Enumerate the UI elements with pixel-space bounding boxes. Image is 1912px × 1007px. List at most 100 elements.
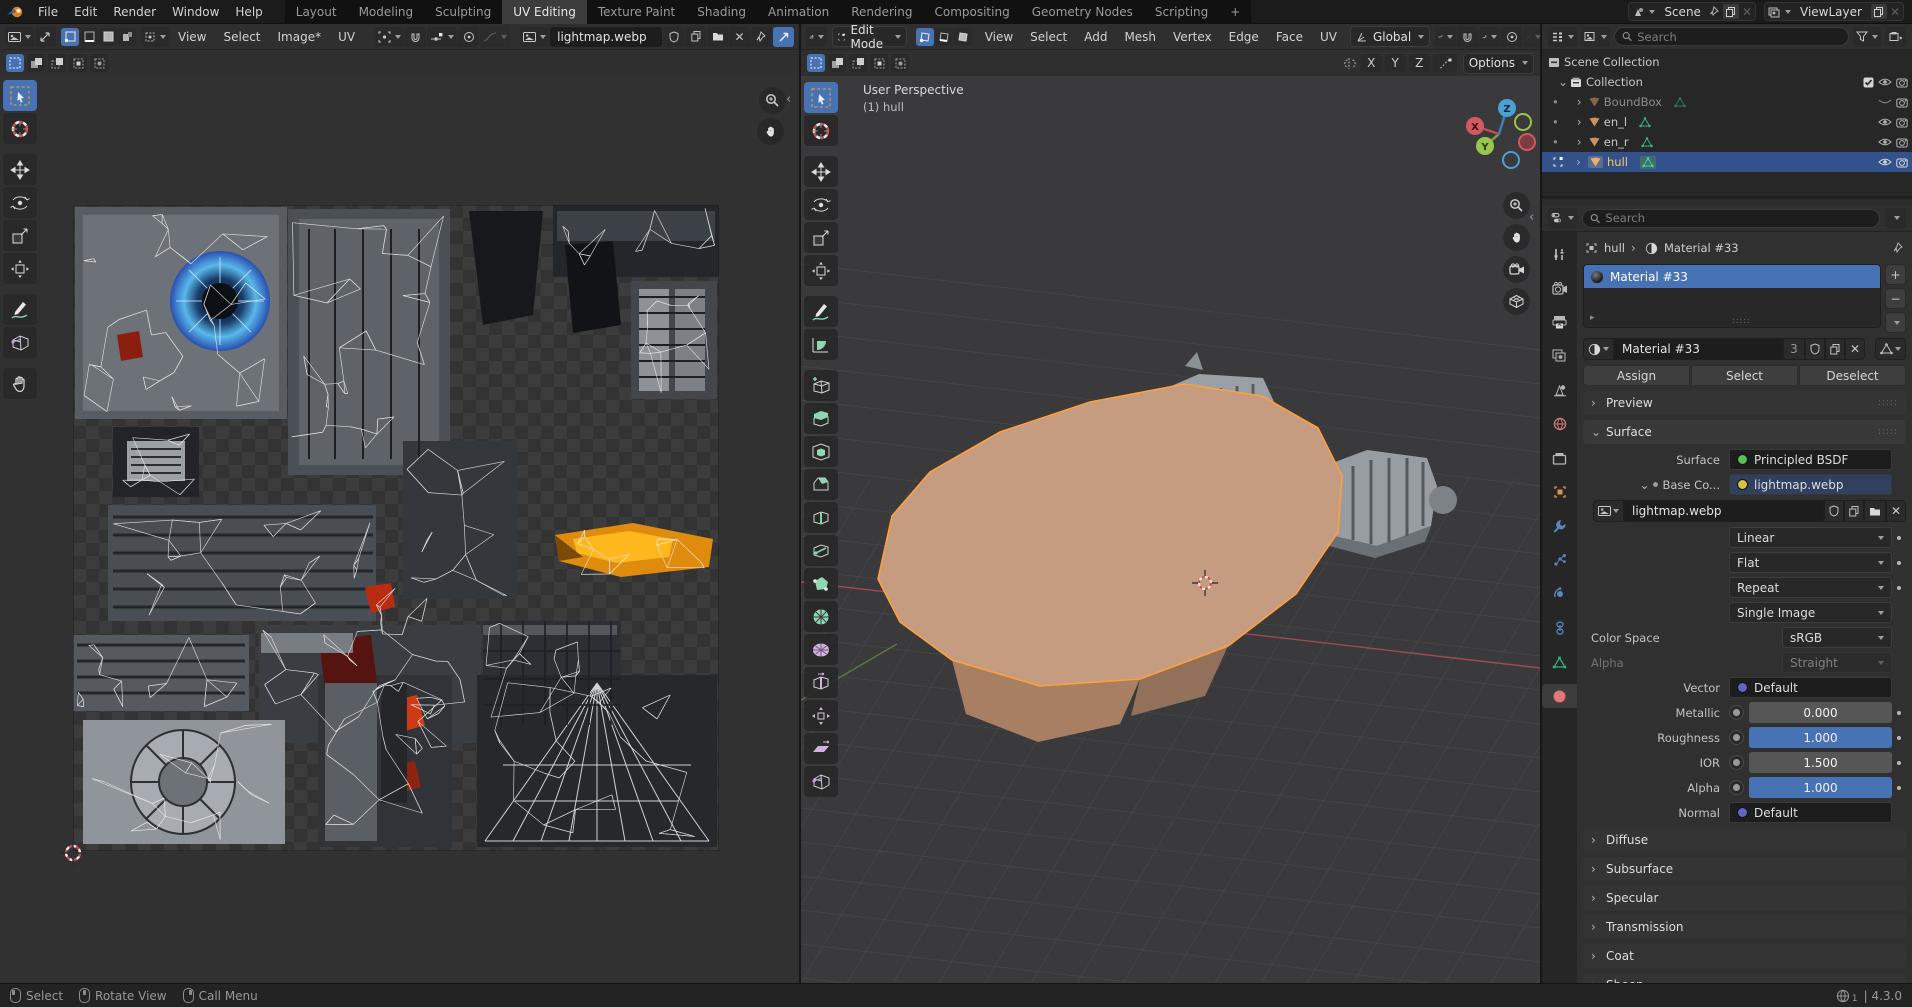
mode-dropdown[interactable]: Edit Mode bbox=[832, 26, 907, 47]
copy-icon[interactable] bbox=[1871, 4, 1887, 19]
menu-edit[interactable]: Edit bbox=[66, 3, 105, 21]
properties-search[interactable] bbox=[1582, 209, 1880, 228]
navigation-gizmo[interactable]: Z X Y bbox=[1461, 96, 1537, 172]
folder-icon[interactable] bbox=[707, 27, 728, 47]
alpha-slider[interactable]: 1.000 bbox=[1749, 777, 1892, 798]
image-name-field[interactable]: lightmap.webp bbox=[1624, 500, 1824, 522]
pin-icon[interactable] bbox=[751, 27, 772, 47]
tool-select-box[interactable] bbox=[3, 80, 37, 111]
select-mode-subtract[interactable] bbox=[48, 54, 66, 72]
decorator-dot[interactable] bbox=[1729, 780, 1744, 795]
outliner-display-mode-icon[interactable] bbox=[1548, 27, 1577, 47]
tool-grab[interactable] bbox=[3, 368, 37, 399]
tool-extrude-region[interactable] bbox=[804, 403, 838, 434]
sheen-panel-header[interactable]: › Sheen bbox=[1583, 973, 1906, 983]
expand-icon[interactable]: ⌄ bbox=[1640, 478, 1648, 492]
tab-output[interactable] bbox=[1542, 310, 1577, 334]
vp-sidebar-toggle[interactable]: ‹ bbox=[1529, 210, 1534, 225]
gizmo-z-neg[interactable] bbox=[1503, 152, 1519, 168]
row-boundbox[interactable]: • › BoundBox bbox=[1542, 92, 1912, 112]
uv-select-mode-face[interactable] bbox=[99, 28, 117, 46]
metallic-slider[interactable]: 0.000 bbox=[1749, 702, 1892, 723]
blender-logo-icon[interactable] bbox=[0, 5, 30, 19]
assign-button[interactable]: Assign bbox=[1583, 365, 1690, 386]
outliner-scope-icon[interactable] bbox=[1581, 27, 1610, 47]
decorator-dot[interactable] bbox=[1729, 705, 1744, 720]
projection-dropdown[interactable]: Flat bbox=[1729, 552, 1892, 573]
tool-move[interactable] bbox=[804, 156, 838, 187]
material-slot-active[interactable]: Material #33 bbox=[1584, 265, 1880, 288]
select-mode-invert[interactable] bbox=[870, 54, 888, 72]
close-icon[interactable]: ✕ bbox=[1890, 5, 1900, 19]
tab-modifiers[interactable] bbox=[1542, 514, 1577, 538]
tool-annotate[interactable] bbox=[804, 296, 838, 327]
diffuse-panel-header[interactable]: › Diffuse bbox=[1583, 828, 1906, 852]
tool-add-cube[interactable] bbox=[804, 370, 838, 401]
snap-magnet-icon[interactable] bbox=[1457, 27, 1478, 47]
remove-slot-button[interactable]: − bbox=[1885, 288, 1906, 309]
roughness-slider[interactable]: 1.000 bbox=[1749, 727, 1892, 748]
tab-geometry-nodes[interactable]: Geometry Nodes bbox=[1021, 0, 1144, 24]
eye-icon[interactable] bbox=[1878, 117, 1892, 127]
select-mode-intersect[interactable] bbox=[891, 54, 909, 72]
hull-mesh[interactable] bbox=[878, 384, 1342, 742]
tab-tool[interactable] bbox=[1542, 242, 1577, 266]
tab-compositing[interactable]: Compositing bbox=[923, 0, 1020, 24]
checkbox-icon[interactable] bbox=[1863, 77, 1874, 88]
tab-constraints[interactable] bbox=[1542, 616, 1577, 640]
tool-knife[interactable] bbox=[804, 535, 838, 566]
interpolation-dropdown[interactable]: Linear bbox=[1729, 527, 1892, 548]
properties-search-input[interactable] bbox=[1605, 211, 1872, 225]
tool-smooth[interactable] bbox=[804, 634, 838, 665]
tool-rotate[interactable] bbox=[804, 189, 838, 220]
proportional-edit-icon[interactable] bbox=[1501, 27, 1522, 47]
camera-render-icon[interactable] bbox=[1896, 157, 1908, 168]
new-collection-icon[interactable] bbox=[1885, 27, 1906, 47]
proportional-falloff-icon[interactable] bbox=[480, 27, 510, 47]
menu-file[interactable]: File bbox=[30, 3, 66, 21]
tool-rip-region[interactable] bbox=[3, 327, 37, 358]
transmission-panel-header[interactable]: › Transmission bbox=[1583, 915, 1906, 939]
network-globe-icon[interactable] bbox=[1836, 989, 1850, 1003]
tool-cursor-2d[interactable] bbox=[3, 113, 37, 144]
tab-collection[interactable] bbox=[1542, 446, 1577, 470]
tab-rendering[interactable]: Rendering bbox=[840, 0, 923, 24]
row-scene-collection[interactable]: Scene Collection bbox=[1542, 52, 1912, 72]
tab-texture-paint[interactable]: Texture Paint bbox=[587, 0, 686, 24]
tab-modeling[interactable]: Modeling bbox=[348, 0, 425, 24]
browse-material-icon[interactable] bbox=[1583, 338, 1614, 360]
tool-poly-build[interactable] bbox=[804, 568, 838, 599]
tool-shrink-fatten[interactable] bbox=[804, 700, 838, 731]
tool-cursor-3d[interactable] bbox=[804, 115, 838, 146]
alpha-mode-dropdown[interactable]: Straight bbox=[1782, 652, 1892, 673]
fake-user-shield-icon[interactable] bbox=[1805, 338, 1825, 360]
camera-render-icon[interactable] bbox=[1896, 77, 1908, 88]
eye-icon[interactable] bbox=[1878, 137, 1892, 147]
breadcrumb-object[interactable]: hull bbox=[1604, 241, 1625, 255]
menu-help[interactable]: Help bbox=[227, 3, 270, 21]
select-mode-new[interactable] bbox=[807, 54, 825, 72]
deselect-button[interactable]: Deselect bbox=[1799, 365, 1906, 386]
vp-pan-button[interactable] bbox=[1503, 224, 1530, 251]
list-grip[interactable]: ::::: bbox=[1732, 316, 1750, 325]
tool-move[interactable] bbox=[3, 154, 37, 185]
tab-world[interactable] bbox=[1542, 412, 1577, 436]
tool-inset-faces[interactable] bbox=[804, 436, 838, 467]
vp-zoom-button[interactable] bbox=[1503, 192, 1530, 219]
add-workspace-button[interactable]: + bbox=[1219, 0, 1251, 24]
uv-select-mode-island[interactable] bbox=[118, 28, 136, 46]
unlink-close-icon[interactable]: ✕ bbox=[729, 27, 750, 47]
specular-panel-header[interactable]: › Specular bbox=[1583, 886, 1906, 910]
outliner-search-input[interactable] bbox=[1637, 30, 1841, 44]
pin-icon[interactable] bbox=[1893, 242, 1904, 254]
tool-rip-region[interactable] bbox=[804, 766, 838, 797]
eye-icon[interactable] bbox=[1878, 157, 1892, 167]
color-space-dropdown[interactable]: sRGB bbox=[1782, 627, 1892, 648]
tool-rotate[interactable] bbox=[3, 187, 37, 218]
tool-loop-cut[interactable] bbox=[804, 502, 838, 533]
viewport-scene[interactable] bbox=[801, 76, 1540, 983]
tab-physics[interactable] bbox=[1542, 582, 1577, 606]
tab-sculpting[interactable]: Sculpting bbox=[424, 0, 502, 24]
browse-image-icon[interactable] bbox=[1593, 500, 1624, 522]
expand-icon[interactable]: › bbox=[1577, 95, 1585, 109]
